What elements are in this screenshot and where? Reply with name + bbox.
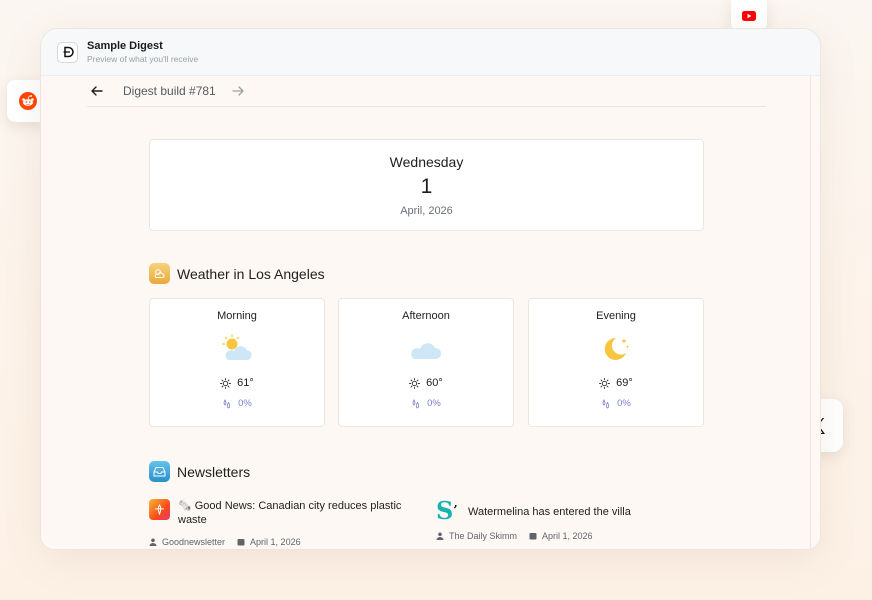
weather-rain-chance: 0% (427, 398, 441, 409)
weather-period-label: Afternoon (402, 310, 450, 322)
app-subtitle: Preview of what you'll receive (87, 54, 199, 64)
window-header: Sample Digest Preview of what you'll rec… (41, 29, 820, 76)
newsletter-source: Goodnewsletter (162, 537, 226, 547)
user-icon (436, 532, 444, 540)
newsletter-meta: The Daily Skimm April 1, 2026 (436, 531, 593, 541)
weather-period-label: Morning (217, 310, 257, 322)
weather-period-label: Evening (596, 310, 636, 322)
build-toolbar: Digest build #781 (87, 76, 766, 107)
newsletter-meta: Goodnewsletter April 1, 2026 (149, 537, 301, 547)
rain-drops-icon (223, 398, 231, 408)
newsletters-section-icon (149, 461, 170, 482)
user-icon (149, 538, 157, 546)
newsletters-section-title: Newsletters (177, 463, 251, 480)
back-button[interactable] (87, 81, 107, 101)
youtube-icon (742, 10, 756, 21)
newsletter-title: Watermelina has entered the villa (468, 506, 631, 518)
weather-card-afternoon: Afternoon 60° 0% (338, 298, 514, 427)
app-logo (57, 41, 78, 63)
date-card: Wednesday 1 April, 2026 (149, 139, 704, 231)
calendar-icon (529, 533, 537, 540)
date-day: 1 (420, 175, 433, 198)
date-weekday: Wednesday (389, 154, 464, 170)
sun-cloud-icon (154, 269, 165, 278)
weather-section-title: Weather in Los Angeles (177, 265, 325, 282)
rain-drops-icon (602, 398, 610, 408)
inbox-icon (153, 467, 166, 477)
weather-section-header: Weather in Los Angeles (149, 263, 325, 284)
moon-stars-icon (604, 337, 630, 360)
date-month-year: April, 2026 (400, 205, 453, 217)
forward-button[interactable] (228, 81, 248, 101)
cloud-icon (411, 343, 442, 359)
weather-rain-chance: 0% (238, 398, 252, 409)
build-label: Digest build #781 (123, 84, 216, 98)
newsletter-item[interactable]: 🗞️ Good News: Canadian city reduces plas… (149, 499, 409, 527)
scroll-rail[interactable] (810, 76, 820, 549)
sun-icon (220, 377, 232, 389)
digest-preview-window: Sample Digest Preview of what you'll rec… (40, 28, 821, 550)
reddit-icon (19, 92, 37, 110)
newsletters-section-header: Newsletters (149, 461, 250, 482)
newsletter-source: The Daily Skimm (449, 531, 518, 541)
newsletter-date: April 1, 2026 (250, 537, 301, 547)
newsletter-title: 🗞️ Good News: Canadian city reduces plas… (178, 500, 402, 526)
skimm-logo: S’ (436, 496, 458, 525)
weather-section-icon (149, 263, 170, 284)
rain-drops-icon (412, 398, 420, 408)
goodnewsletter-logo (149, 499, 170, 520)
youtube-badge[interactable] (731, 0, 767, 31)
weather-card-morning: Morning 61° 0% (149, 298, 325, 427)
weather-temp: 61° (237, 377, 254, 389)
weather-temp: 69° (616, 377, 633, 389)
newsletter-date: April 1, 2026 (542, 531, 593, 541)
arrow-right-icon (232, 86, 244, 96)
arrow-left-icon (91, 86, 103, 96)
partly-cloudy-sun-icon (222, 334, 252, 360)
digest-logo-icon (63, 46, 74, 58)
weather-rain-chance: 0% (617, 398, 631, 409)
calendar-icon (237, 539, 245, 546)
sun-icon (409, 377, 421, 389)
app-title: Sample Digest (87, 40, 163, 52)
newsletter-item[interactable]: S’ Watermelina has entered the villa (436, 496, 706, 525)
weather-card-evening: Evening 69° 0% (528, 298, 704, 427)
sun-icon (599, 377, 611, 389)
weather-temp: 60° (426, 377, 443, 389)
